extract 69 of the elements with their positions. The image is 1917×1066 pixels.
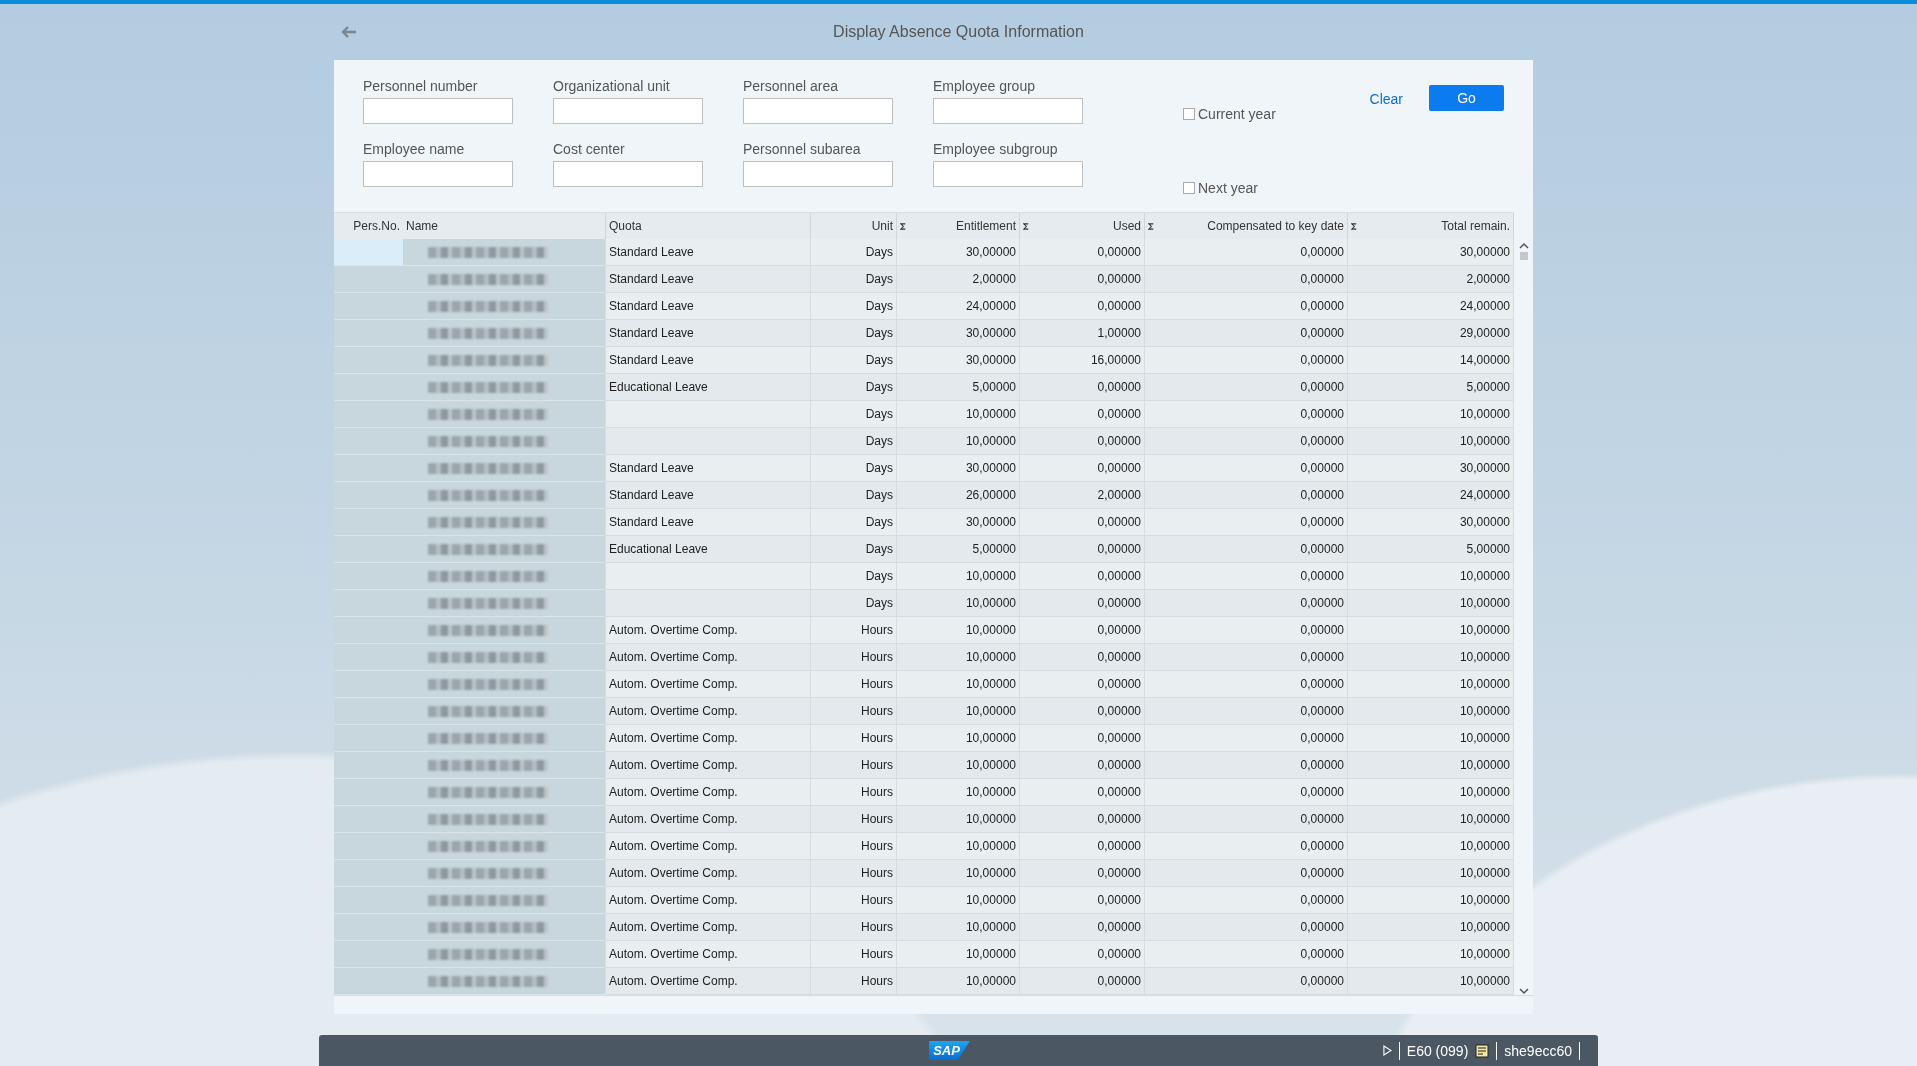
play-icon[interactable] — [1382, 1045, 1392, 1056]
column-header[interactable]: Quota — [609, 219, 642, 233]
sum-icon[interactable] — [1023, 222, 1029, 230]
column-header[interactable]: Compensated to key date — [1207, 219, 1344, 233]
row-selector[interactable] — [334, 752, 403, 779]
field-label: Organizational unit — [553, 78, 671, 94]
document-icon[interactable] — [1475, 1043, 1490, 1058]
sap-logo: SAP — [929, 1041, 970, 1060]
scroll-up-icon[interactable] — [1518, 242, 1529, 250]
sum-icon[interactable] — [1148, 222, 1154, 230]
field-label: Cost center — [553, 141, 626, 157]
row-selector[interactable] — [334, 806, 403, 833]
column-header[interactable]: Used — [1113, 219, 1141, 233]
row-selector[interactable] — [334, 968, 403, 995]
row-selector[interactable] — [334, 374, 403, 401]
field-label: Employee group — [933, 78, 1036, 94]
table-cell: 10,00000 — [897, 968, 1020, 995]
clear-link[interactable]: Clear — [1369, 91, 1403, 107]
server-name: she9ecc60 — [1504, 1042, 1572, 1059]
checkbox[interactable] — [1183, 108, 1195, 120]
row-selector[interactable] — [334, 860, 403, 887]
column-header[interactable]: Name — [406, 219, 438, 233]
input-field[interactable] — [553, 98, 703, 124]
table-cell: Autom. Overtime Comp. — [606, 968, 811, 995]
table-cell: 0,00000 — [1145, 968, 1348, 995]
checkbox[interactable] — [1183, 182, 1195, 194]
input-field[interactable] — [363, 161, 513, 187]
input-field[interactable] — [553, 161, 703, 187]
row-selector[interactable] — [334, 482, 403, 509]
sum-icon[interactable] — [900, 222, 906, 230]
input-field[interactable] — [933, 98, 1083, 124]
field-label: Personnel area — [743, 78, 839, 94]
row-selector[interactable] — [334, 455, 403, 482]
checkbox-label: Current year — [1198, 106, 1276, 122]
row-selector[interactable] — [334, 779, 403, 806]
checkbox-label: Next year — [1198, 180, 1258, 196]
row-selector[interactable] — [334, 509, 403, 536]
input-field[interactable] — [743, 98, 893, 124]
input-field[interactable] — [363, 98, 513, 124]
row-selector[interactable] — [334, 266, 403, 293]
sum-icon[interactable] — [1351, 222, 1357, 230]
column-header[interactable]: Entitlement — [955, 219, 1016, 233]
row-selector[interactable] — [334, 401, 403, 428]
page-title: Display Absence Quota Information — [833, 23, 1084, 41]
row-selector[interactable] — [334, 239, 403, 266]
back-arrow-icon[interactable] — [341, 26, 357, 38]
field-label: Personnel number — [363, 78, 479, 94]
row-selector[interactable] — [334, 320, 403, 347]
row-selector[interactable] — [334, 347, 403, 374]
column-header[interactable]: Total remain. — [1441, 219, 1510, 233]
table-cell: 0,00000 — [1020, 968, 1145, 995]
field-label: Employee subgroup — [933, 141, 1059, 157]
row-selector[interactable] — [334, 293, 403, 320]
field-label: Employee name — [363, 141, 466, 157]
row-selector[interactable] — [334, 914, 403, 941]
column-header[interactable]: Pers.No. — [353, 219, 400, 233]
input-field[interactable] — [743, 161, 893, 187]
column-header[interactable]: Unit — [871, 219, 893, 233]
row-selector[interactable] — [334, 428, 403, 455]
go-button[interactable]: Go — [1429, 85, 1504, 111]
input-field[interactable] — [933, 161, 1083, 187]
scroll-thumb[interactable] — [1519, 252, 1528, 260]
table-cell: Hours — [811, 968, 897, 995]
row-selector[interactable] — [334, 887, 403, 914]
row-selector[interactable] — [334, 941, 403, 968]
system-info: E60 (099) — [1406, 1042, 1469, 1059]
scroll-down-icon[interactable] — [1518, 987, 1529, 995]
row-selector[interactable] — [334, 833, 403, 860]
field-label: Personnel subarea — [743, 141, 862, 157]
